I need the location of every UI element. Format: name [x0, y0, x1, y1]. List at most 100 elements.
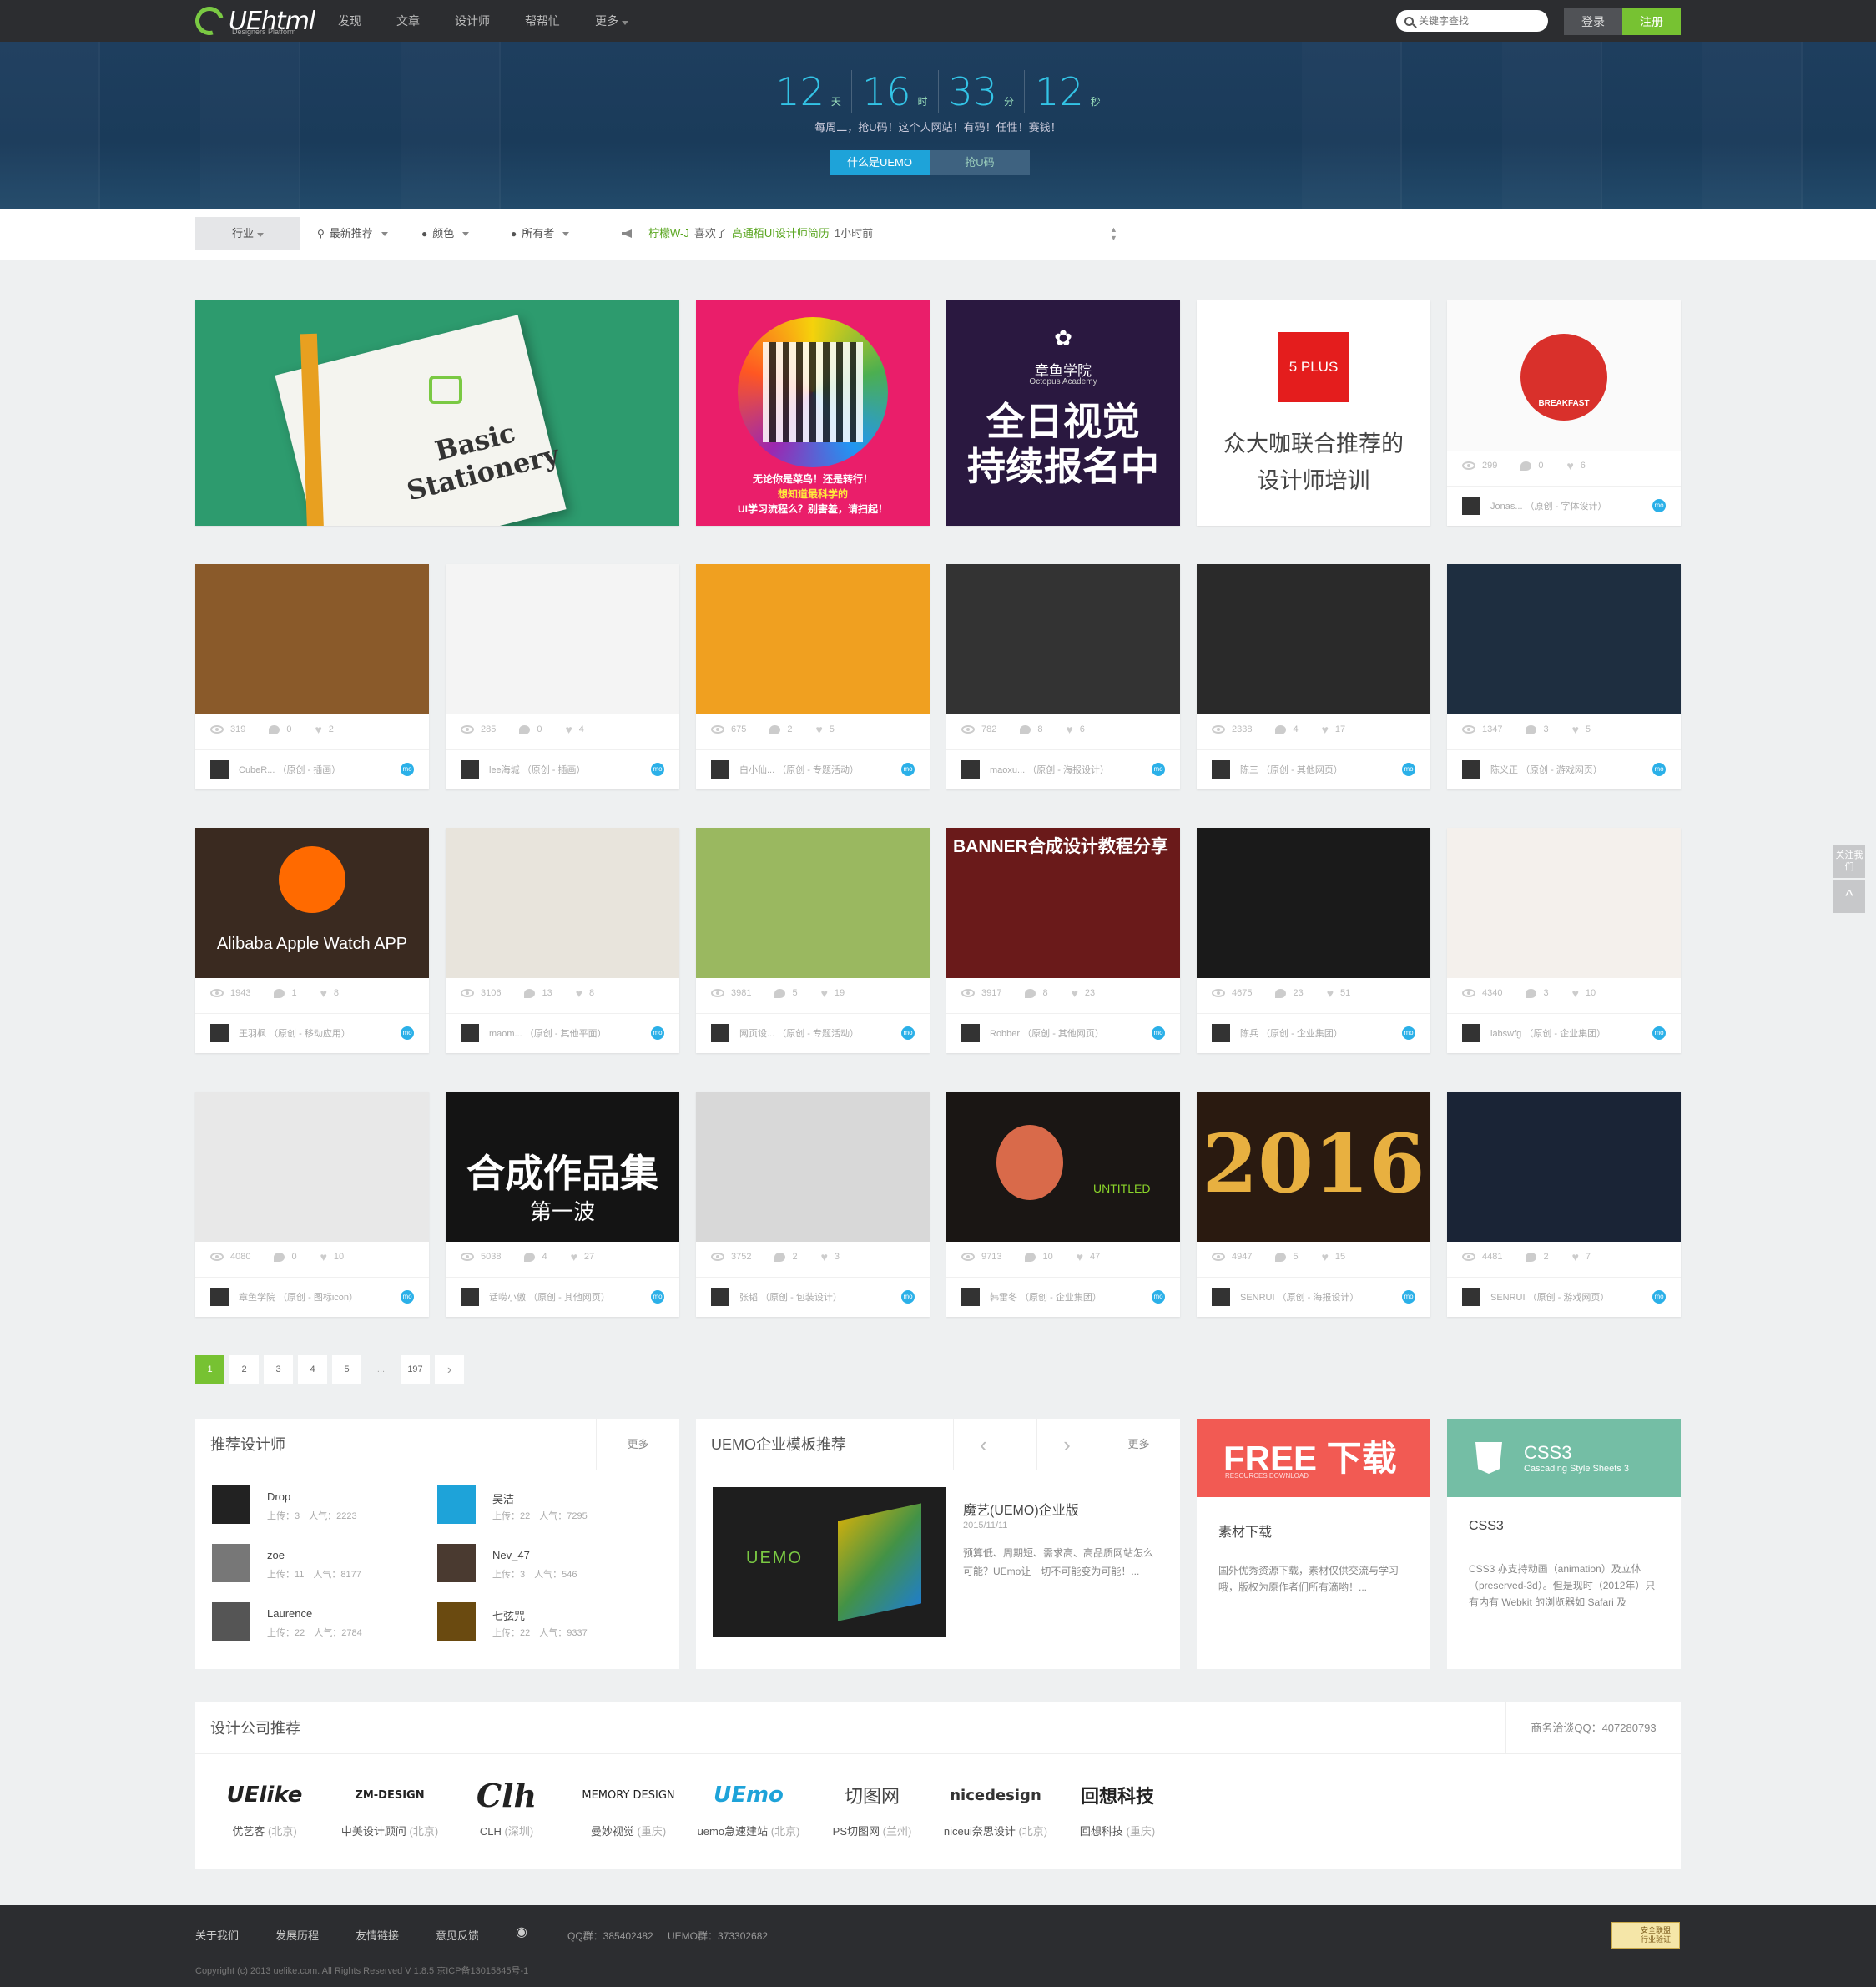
work-thumbnail[interactable]	[1447, 1092, 1681, 1242]
work-card[interactable]: 675 2 ♥ 5 白小仙... （原创 - 专题活动） mo	[696, 564, 930, 789]
owner-filter[interactable]: ● 所有者	[511, 217, 570, 250]
heart-icon[interactable]: ♥	[1322, 724, 1329, 735]
work-card[interactable]: 285 0 ♥ 4 lee海城 （原创 - 插画） mo	[446, 564, 679, 789]
designer-avatar[interactable]	[212, 1485, 250, 1524]
author-name[interactable]: Robber	[990, 1029, 1020, 1039]
author-name[interactable]: 陈兵	[1240, 1029, 1258, 1039]
work-thumbnail[interactable]	[195, 1092, 429, 1242]
work-card[interactable]: 1347 3 ♥ 5 陈义正 （原创 - 游戏网页） mo	[1447, 564, 1681, 789]
prev-icon[interactable]: ‹	[953, 1419, 1013, 1470]
page-last[interactable]: 197	[401, 1355, 430, 1384]
work-thumbnail[interactable]	[195, 564, 429, 714]
work-thumbnail[interactable]	[1197, 828, 1430, 978]
company-item[interactable]: 切图网 PS切图网 (兰州)	[818, 1774, 926, 1838]
designer-name[interactable]: Drop	[267, 1490, 290, 1503]
uemo-template-thumb[interactable]: UEMO	[713, 1487, 946, 1637]
heart-icon[interactable]: ♥	[315, 724, 321, 735]
work-thumbnail[interactable]	[1447, 564, 1681, 714]
featured-breakfast-card[interactable]: BREAKFAST 299 0 ♥ 6 Jonas... （原创 - 字体设计） …	[1447, 300, 1681, 526]
work-card[interactable]: 2016 4947 5 ♥ 15 SENRUI （原创 - 海报设计） mo	[1197, 1092, 1430, 1317]
next-icon[interactable]: ›	[1036, 1419, 1097, 1470]
work-card[interactable]: 319 0 ♥ 2 CubeR... （原创 - 插画） mo	[195, 564, 429, 789]
designer-name[interactable]: Nev_47	[492, 1549, 530, 1561]
weibo-icon[interactable]: ◉	[516, 1924, 527, 1940]
avatar[interactable]	[961, 1288, 980, 1306]
nav-help[interactable]: 帮帮忙	[525, 0, 577, 42]
work-thumbnail[interactable]	[696, 564, 930, 714]
author-name[interactable]: CubeR...	[239, 765, 275, 775]
company-item[interactable]: nicedesign niceui奈思设计 (北京)	[941, 1774, 1050, 1838]
work-thumbnail[interactable]: UNTITLED	[946, 1092, 1180, 1242]
avatar[interactable]	[711, 760, 729, 779]
what-is-uemo-button[interactable]: 什么是UEMO	[830, 150, 930, 175]
designer-item[interactable]: Nev_47 上传：3 人气：546	[437, 1544, 646, 1586]
author-name[interactable]: 陈三	[1240, 765, 1258, 775]
designer-name[interactable]: Laurence	[267, 1607, 312, 1620]
heart-icon[interactable]: ♥	[1066, 724, 1072, 735]
avatar[interactable]	[461, 760, 479, 779]
footer-link-feedback[interactable]: 意见反馈	[436, 1927, 479, 1943]
page-4[interactable]: 4	[298, 1355, 327, 1384]
color-filter[interactable]: ● 颜色	[421, 217, 470, 250]
work-thumbnail[interactable]	[696, 1092, 930, 1242]
work-card[interactable]: 4080 0 ♥ 10 章鱼学院 （原创 - 图标icon） mo	[195, 1092, 429, 1317]
author-name[interactable]: 白小仙...	[739, 765, 774, 775]
heart-icon[interactable]: ♥	[1566, 460, 1573, 472]
designer-avatar[interactable]	[212, 1544, 250, 1582]
designer-item[interactable]: Laurence 上传：22 人气：2784	[212, 1602, 421, 1644]
heart-icon[interactable]: ♥	[1322, 1251, 1329, 1263]
author-name[interactable]: 王羽枫	[239, 1029, 266, 1039]
avatar[interactable]	[711, 1024, 729, 1042]
page-5[interactable]: 5	[332, 1355, 361, 1384]
designer-item[interactable]: Drop 上传：3 人气：2223	[212, 1485, 421, 1527]
designer-avatar[interactable]	[437, 1602, 476, 1641]
nav-designers[interactable]: 设计师	[455, 0, 507, 42]
avatar[interactable]	[210, 760, 229, 779]
back-to-top-button[interactable]: ^	[1833, 880, 1865, 913]
company-item[interactable]: MEMORY DESIGN 曼妙视觉 (重庆)	[574, 1774, 683, 1838]
author-name[interactable]: SENRUI	[1240, 1293, 1275, 1303]
work-thumbnail[interactable]: 合成作品集 第一波	[446, 1092, 679, 1242]
free-download-panel[interactable]: FREE 下载 RESOURCES DOWNLOAD 素材下载 国外优秀资源下载…	[1197, 1419, 1430, 1669]
nav-more[interactable]: 更多	[595, 0, 645, 42]
page-2[interactable]: 2	[229, 1355, 259, 1384]
heart-icon[interactable]: ♥	[1072, 987, 1078, 999]
grab-code-button[interactable]: 抢U码	[930, 150, 1030, 175]
avatar[interactable]	[1462, 1024, 1480, 1042]
heart-icon[interactable]: ♥	[320, 1251, 327, 1263]
designer-item[interactable]: 七弦咒 上传：22 人气：9337	[437, 1602, 646, 1644]
avatar[interactable]	[1212, 1024, 1230, 1042]
activity-user[interactable]: 柠檬W-J	[648, 217, 689, 250]
heart-icon[interactable]: ♥	[821, 1251, 828, 1263]
work-thumbnail[interactable]	[446, 564, 679, 714]
work-thumbnail[interactable]	[1197, 564, 1430, 714]
page-3[interactable]: 3	[264, 1355, 293, 1384]
author-name[interactable]: 话唠小傲	[489, 1293, 526, 1303]
work-card[interactable]: 4675 23 ♥ 51 陈兵 （原创 - 企业集团） mo	[1197, 828, 1430, 1053]
work-thumbnail[interactable]: Alibaba Apple Watch APP	[195, 828, 429, 978]
footer-link-history[interactable]: 发展历程	[275, 1927, 319, 1943]
heart-icon[interactable]: ♥	[565, 724, 572, 735]
featured-stationery-card[interactable]: Basic Stationery	[195, 300, 679, 526]
heart-icon[interactable]: ♥	[815, 724, 822, 735]
avatar[interactable]	[1462, 760, 1480, 779]
work-thumbnail[interactable]	[946, 564, 1180, 714]
avatar[interactable]	[711, 1288, 729, 1306]
avatar[interactable]	[1462, 497, 1480, 515]
avatar[interactable]	[210, 1024, 229, 1042]
author-name[interactable]: 韩雷冬	[990, 1293, 1017, 1303]
designer-name[interactable]: zoe	[267, 1549, 285, 1561]
footer-link-friends[interactable]: 友情链接	[356, 1927, 399, 1943]
heart-icon[interactable]: ♥	[821, 987, 828, 999]
designer-item[interactable]: zoe 上传：11 人气：8177	[212, 1544, 421, 1586]
work-thumbnail[interactable]	[446, 828, 679, 978]
work-card[interactable]: UNTITLED 9713 10 ♥ 47 韩雷冬 （原创 - 企业集团） mo	[946, 1092, 1180, 1317]
designer-item[interactable]: 吴洁 上传：22 人气：7295	[437, 1485, 646, 1527]
heart-icon[interactable]: ♥	[1327, 987, 1334, 999]
industry-filter[interactable]: 行业	[195, 217, 300, 250]
designer-avatar[interactable]	[437, 1485, 476, 1524]
login-button[interactable]: 登录	[1564, 8, 1622, 35]
author-name[interactable]: 张韬	[739, 1293, 758, 1303]
latest-filter[interactable]: ⚲ 最新推荐	[317, 217, 388, 250]
company-item[interactable]: 回想科技 回想科技 (重庆)	[1063, 1774, 1172, 1838]
